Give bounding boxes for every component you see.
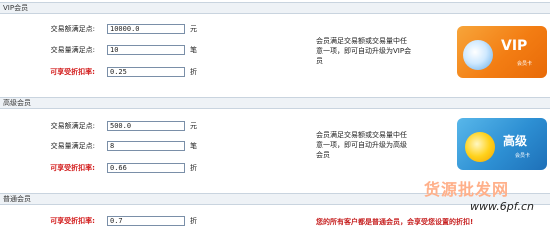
card-subtitle: 会员卡 <box>515 153 531 159</box>
field-label: 可享受折扣率: <box>50 68 95 76</box>
trade-count-input[interactable]: 8 <box>107 141 185 151</box>
section-title: 高级会员 <box>3 99 31 107</box>
unit-label: 笔 <box>190 46 197 54</box>
section-title: 普通会员 <box>3 195 31 203</box>
card-title: VIP <box>501 38 528 54</box>
section-header-vip: VIP会员 <box>0 2 550 14</box>
description-line: 意一项，即可自动升级为高级 <box>316 141 407 149</box>
discount-input[interactable]: 0.66 <box>107 163 185 173</box>
trade-amount-input[interactable]: 500.0 <box>107 121 185 131</box>
discount-input[interactable]: 0.25 <box>107 67 185 77</box>
description-line: 员 <box>316 57 323 65</box>
field-label: 可享受折扣率: <box>50 164 95 172</box>
unit-label: 笔 <box>190 142 197 150</box>
trade-amount-input[interactable]: 10000.0 <box>107 24 185 34</box>
field-label: 交易额满足点: <box>50 25 95 33</box>
section-title: VIP会员 <box>3 4 29 12</box>
field-label: 交易量满足点: <box>50 142 95 150</box>
unit-label: 折 <box>190 68 197 76</box>
watermark-text: 货源批发网 <box>424 180 510 199</box>
card-subtitle: 会员卡 <box>517 61 533 67</box>
normal-member-note: 您的所有客户都是普通会员，会享受您设置的折扣! <box>316 218 474 226</box>
unit-label: 元 <box>190 25 197 33</box>
field-label: 可享受折扣率: <box>50 217 95 225</box>
advanced-card-image: 高级 会员卡 <box>457 118 547 170</box>
section-description: 会员满足交易额或交易量中任 意一项，即可自动升级为VIP会 员 <box>316 36 411 66</box>
watermark-url: www.6pf.cn <box>470 200 534 213</box>
field-label: 交易量满足点: <box>50 46 95 54</box>
section-description: 会员满足交易额或交易量中任 意一项，即可自动升级为高级 会员 <box>316 130 407 160</box>
smiley-icon <box>465 132 495 162</box>
mascot-icon <box>463 40 493 70</box>
description-line: 会员满足交易额或交易量中任 <box>316 37 407 45</box>
description-line: 意一项，即可自动升级为VIP会 <box>316 47 412 55</box>
field-label: 交易额满足点: <box>50 122 95 130</box>
card-title: 高级 <box>503 134 528 148</box>
discount-input[interactable]: 0.7 <box>107 216 185 226</box>
unit-label: 折 <box>190 164 197 172</box>
section-header-advanced: 高级会员 <box>0 97 550 109</box>
description-line: 会员满足交易额或交易量中任 <box>316 131 407 139</box>
vip-card-image: VIP 会员卡 <box>457 26 547 78</box>
unit-label: 元 <box>190 122 197 130</box>
trade-count-input[interactable]: 10 <box>107 45 185 55</box>
unit-label: 折 <box>190 217 197 225</box>
description-line: 会员 <box>316 151 330 159</box>
